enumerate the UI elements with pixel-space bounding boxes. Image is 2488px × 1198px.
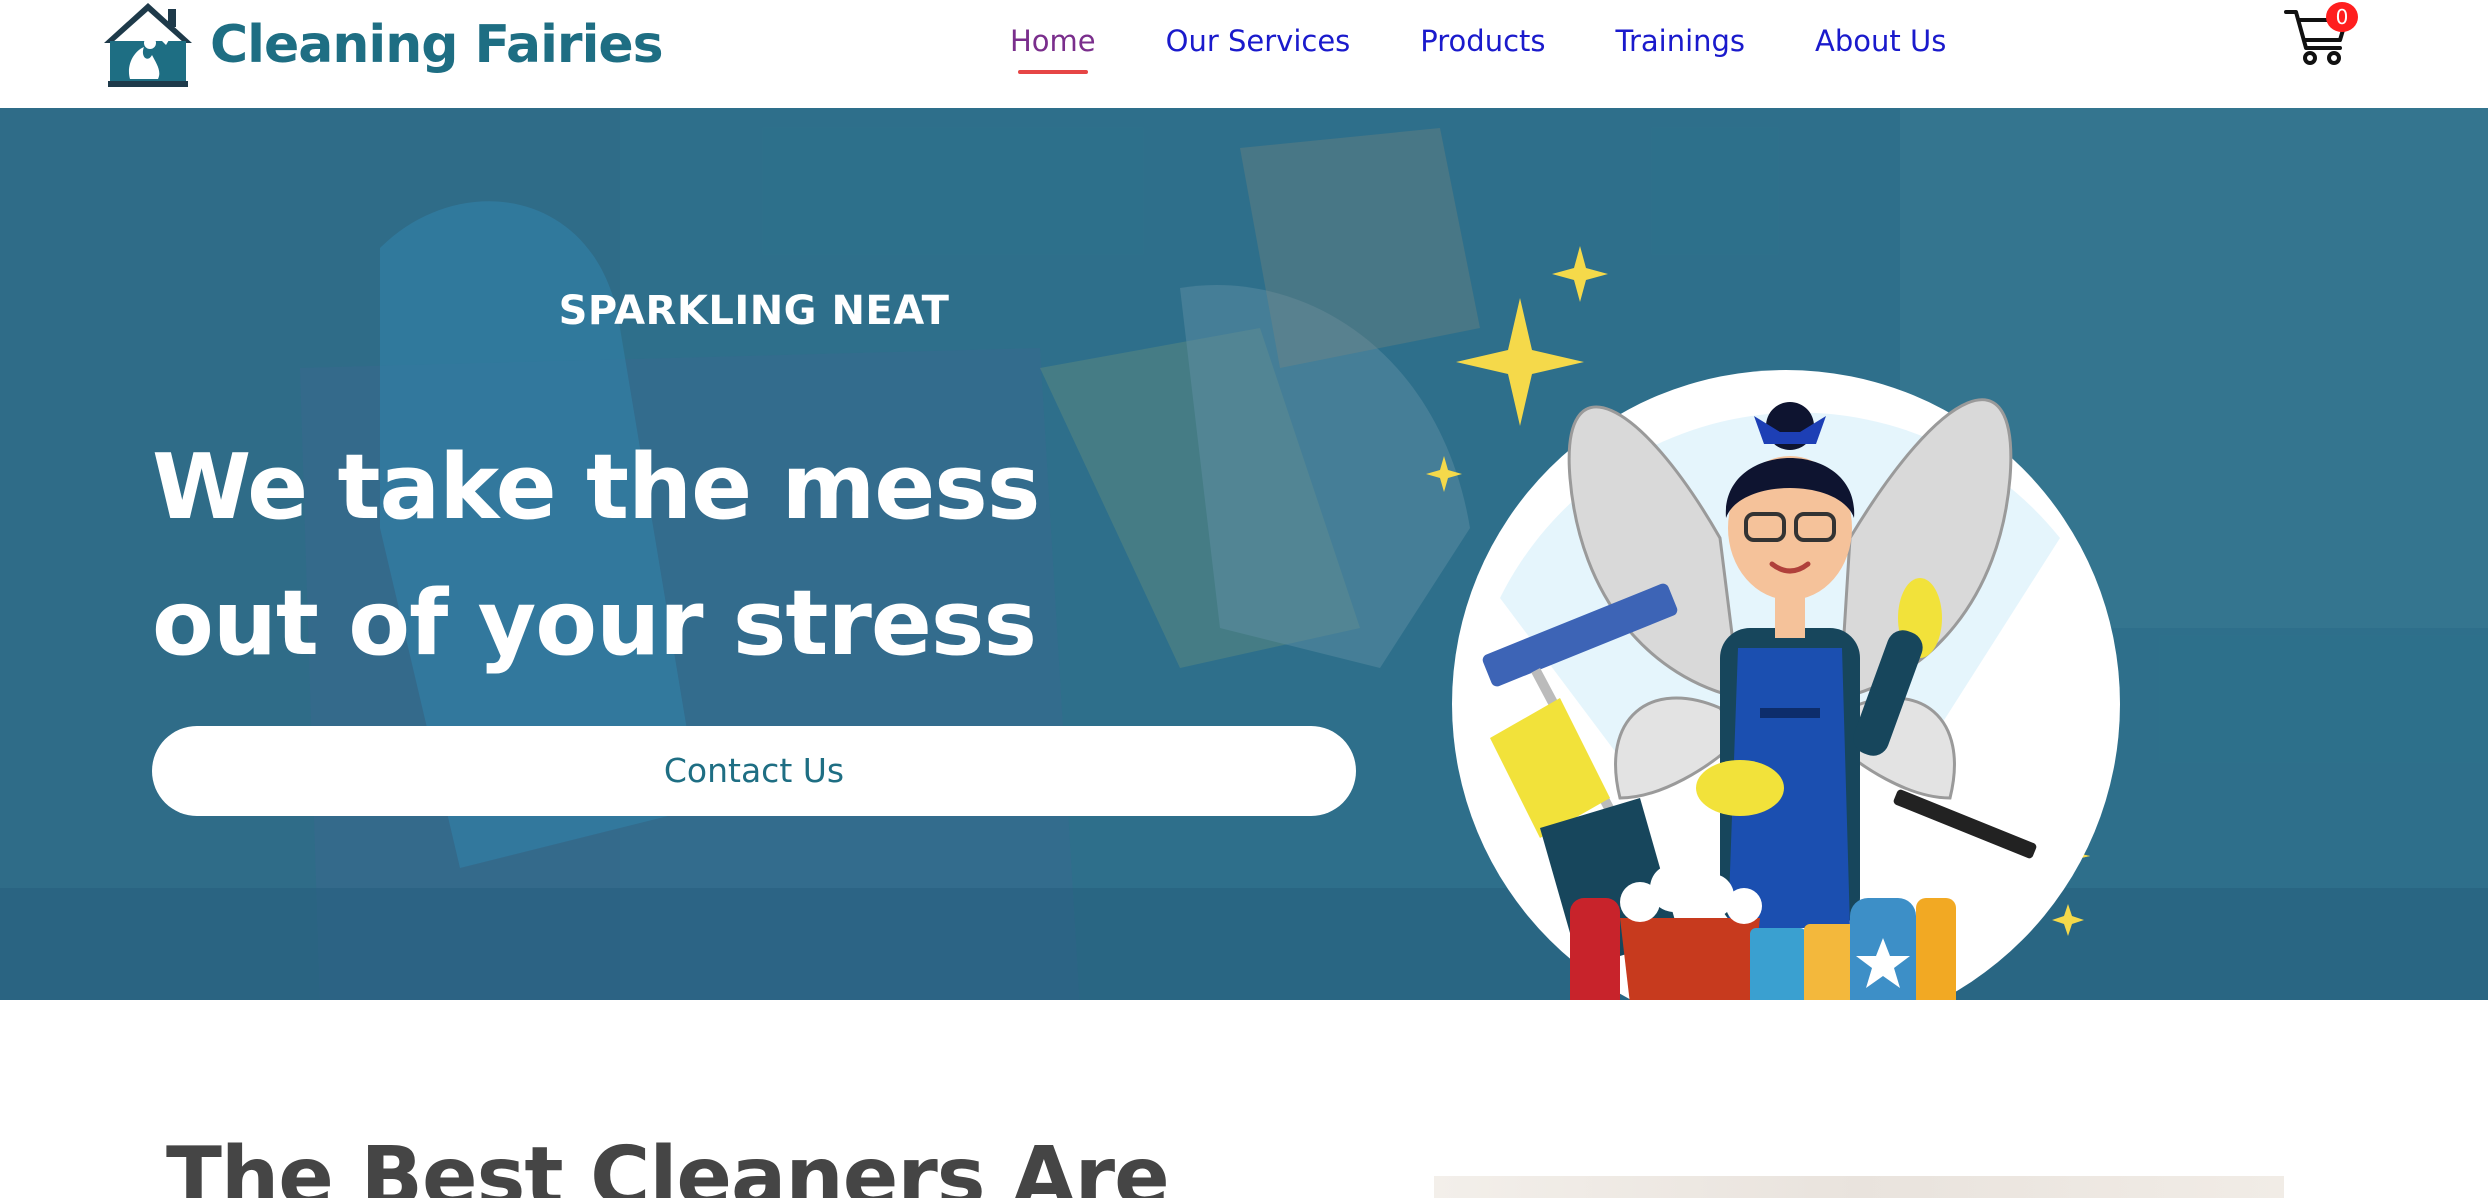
nav-item-home[interactable]: Home bbox=[1010, 16, 1096, 76]
hero-title: We take the mess out of your stress bbox=[152, 420, 1172, 692]
nav-item-our-services[interactable]: Our Services bbox=[1166, 16, 1351, 76]
cart-count-badge: 0 bbox=[2326, 2, 2358, 32]
nav-item-trainings[interactable]: Trainings bbox=[1616, 16, 1746, 76]
house-logo-icon bbox=[104, 3, 192, 87]
site-header: Cleaning Fairies Home Our Services Produ… bbox=[0, 0, 2488, 108]
hero-kicker: SPARKLING NEAT bbox=[558, 288, 950, 334]
cleaning-fairy-illustration bbox=[1426, 246, 2120, 1000]
brand-logo-link[interactable]: Cleaning Fairies bbox=[100, 0, 664, 90]
nav-item-about-us[interactable]: About Us bbox=[1815, 16, 1946, 76]
hero-title-line-2: out of your stress bbox=[152, 571, 1037, 676]
section-image bbox=[1434, 1176, 2284, 1198]
hero-section: SPARKLING NEAT We take the mess out of y… bbox=[0, 108, 2488, 1000]
main-nav: Home Our Services Products Trainings Abo… bbox=[1010, 16, 1946, 76]
hero-title-line-1: We take the mess bbox=[152, 435, 1040, 540]
brand-name: Cleaning Fairies bbox=[210, 15, 664, 75]
contact-us-button[interactable]: Contact Us bbox=[152, 726, 1356, 816]
section-heading: The Best Cleaners Are bbox=[166, 1130, 1170, 1198]
nav-item-products[interactable]: Products bbox=[1420, 16, 1545, 76]
